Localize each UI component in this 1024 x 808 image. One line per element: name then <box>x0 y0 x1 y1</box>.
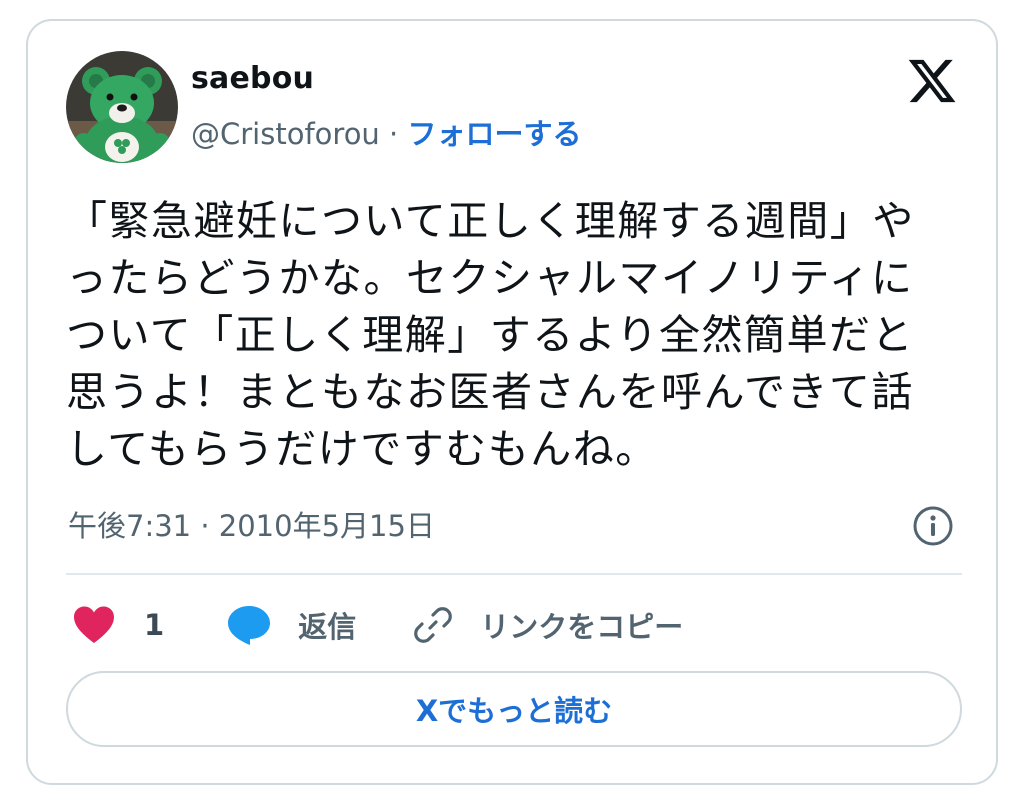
x-logo-icon[interactable] <box>906 55 958 107</box>
handle-row: @Cristoforou · フォローする <box>191 111 581 153</box>
speech-bubble-icon <box>228 606 271 645</box>
reply-label: 返信 <box>298 610 357 644</box>
divider <box>66 573 962 575</box>
action-bar: 1 返信 リンクをコピー <box>72 601 683 649</box>
link-icon <box>414 607 453 643</box>
like-count: 1 <box>144 608 165 642</box>
timestamp[interactable]: 午後7:31 · 2010年5月15日 <box>68 503 435 545</box>
green-teddy-bear-avatar-icon <box>66 51 178 163</box>
copy-link-button[interactable]: リンクをコピー <box>412 601 683 649</box>
display-name[interactable]: saebou <box>191 61 314 96</box>
reply-button[interactable]: 返信 <box>226 601 356 649</box>
heart-icon <box>74 606 114 643</box>
info-icon[interactable] <box>912 505 954 547</box>
handle-separator: · <box>389 117 399 151</box>
tweet-text: 「緊急避妊について正しく理解する週間」やったらどうかな。セクシャルマイノリティに… <box>66 197 915 473</box>
read-more-button[interactable]: Xでもっと読む <box>66 671 962 747</box>
copy-link-label: リンクをコピー <box>480 610 684 644</box>
avatar[interactable] <box>66 51 178 163</box>
embedded-post-card: saebou @Cristoforou · フォローする 「緊急避妊について正し… <box>26 19 998 785</box>
like-button[interactable]: 1 <box>72 601 164 649</box>
user-handle[interactable]: @Cristoforou <box>191 117 380 151</box>
follow-button[interactable]: フォローする <box>407 117 581 151</box>
